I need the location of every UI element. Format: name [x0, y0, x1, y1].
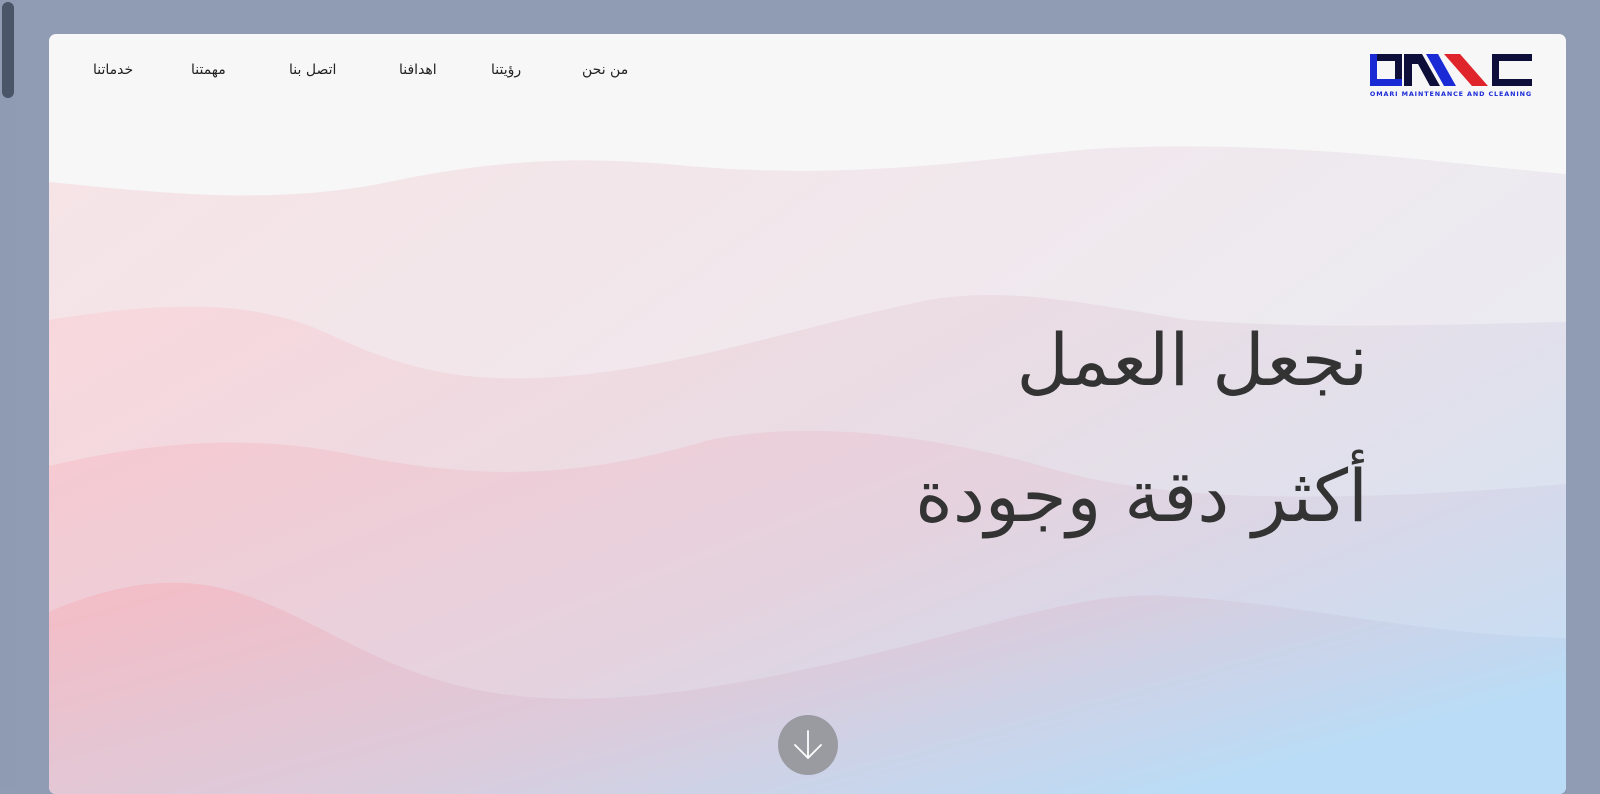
nav-goals[interactable]: اهدافنا — [399, 56, 437, 84]
omc-logo[interactable]: OMARI MAINTENANCE AND CLEANING — [1368, 52, 1534, 98]
scrollbar[interactable] — [0, 0, 16, 787]
nav-vision[interactable]: رؤيتنا — [491, 56, 521, 84]
scrollbar-thumb[interactable] — [2, 2, 14, 98]
hero-line-2: أكثر دقة وجودة — [915, 454, 1368, 538]
page-frame: من نحن رؤيتنا اهدافنا اتصل بنا مهمتنا خد… — [49, 34, 1566, 794]
nav-services[interactable]: خدماتنا — [93, 56, 133, 84]
nav-contact[interactable]: اتصل بنا — [289, 56, 336, 84]
nav-mission[interactable]: مهمتنا — [191, 56, 226, 84]
logo-tagline: OMARI MAINTENANCE AND CLEANING — [1370, 90, 1532, 98]
hero-title: نجعل العمل أكثر دقة وجودة — [915, 292, 1368, 564]
arrow-down-icon — [794, 730, 822, 759]
scroll-down-button[interactable] — [778, 715, 838, 775]
hero-line-1: نجعل العمل — [1016, 318, 1369, 402]
nav-about[interactable]: من نحن — [582, 56, 628, 84]
